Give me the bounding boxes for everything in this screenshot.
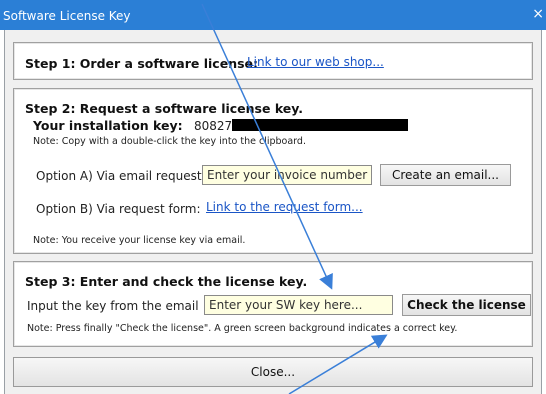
- key-input-label: Input the key from the email: [27, 299, 199, 313]
- final-note: Note: Press finally "Check the license".…: [27, 323, 458, 334]
- step1-heading: Step 1: Order a software license:: [25, 56, 259, 71]
- copy-note: Note: Copy with a double-click the key i…: [33, 136, 306, 147]
- email-note: Note: You receive your license key via e…: [33, 235, 246, 246]
- step1-panel: Step 1: Order a software license: Link t…: [13, 42, 533, 80]
- step2-panel: Step 2: Request a software license key. …: [13, 88, 533, 254]
- step3-heading: Step 3: Enter and check the license key.: [25, 274, 308, 289]
- installation-key-value[interactable]: 80827: [194, 119, 232, 133]
- window-close-icon[interactable]: ×: [532, 6, 544, 22]
- installation-key-label: Your installation key:: [33, 118, 183, 133]
- check-license-button[interactable]: Check the license: [402, 294, 531, 316]
- request-form-link[interactable]: Link to the request form...: [206, 200, 363, 214]
- web-shop-link[interactable]: Link to our web shop...: [247, 55, 384, 69]
- sw-key-input[interactable]: Enter your SW key here...: [204, 295, 393, 315]
- installation-key-redaction: [232, 119, 408, 131]
- dialog-body: Step 1: Order a software license: Link t…: [4, 30, 542, 394]
- step3-panel: Step 3: Enter and check the license key.…: [13, 261, 533, 347]
- create-email-button[interactable]: Create an email...: [380, 164, 511, 186]
- option-a-label: Option A) Via email request:: [36, 169, 206, 183]
- window-title: Software License Key: [3, 9, 131, 23]
- close-button[interactable]: Close...: [13, 357, 533, 387]
- step2-heading: Step 2: Request a software license key.: [25, 101, 304, 116]
- invoice-number-input[interactable]: Enter your invoice number here...: [202, 165, 372, 185]
- option-b-label: Option B) Via request form:: [36, 202, 201, 216]
- title-bar: Software License Key ×: [0, 0, 546, 30]
